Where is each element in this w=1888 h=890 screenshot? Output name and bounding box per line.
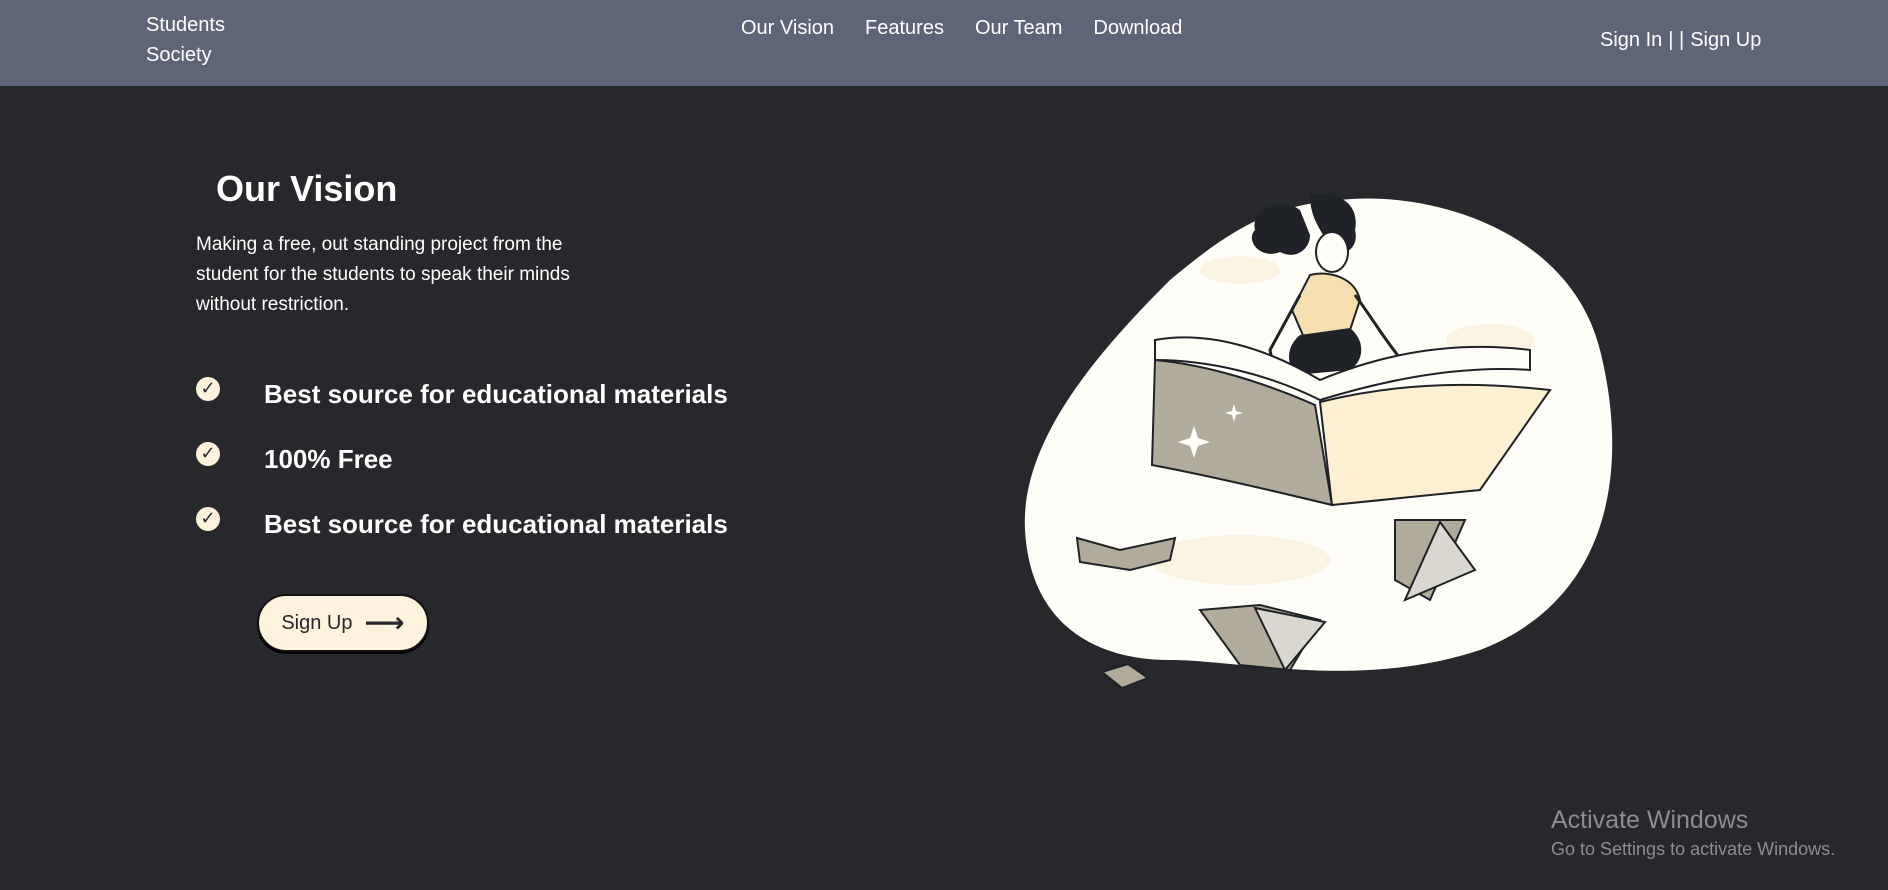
sign-in-link[interactable]: Sign In [1600, 26, 1662, 54]
feature-text: Best source for educational materials [264, 509, 728, 539]
brand-line-1: Students [146, 14, 225, 36]
feature-list: ✓ Best source for educational materials … [196, 362, 728, 557]
nav-link-our-team[interactable]: Our Team [975, 14, 1062, 42]
feature-text: Best source for educational materials [264, 379, 728, 409]
feature-item: ✓ Best source for educational materials [196, 492, 728, 557]
sign-up-button[interactable]: Sign Up ⟶ [257, 594, 429, 652]
check-circle-icon: ✓ [196, 376, 220, 401]
nav-link-features[interactable]: Features [865, 14, 944, 42]
watermark-title: Activate Windows [1551, 806, 1749, 834]
feature-item: ✓ Best source for educational materials [196, 362, 728, 427]
navbar: Students Society Our Vision Features Our… [0, 0, 1888, 86]
hero-description: Making a free, out standing project from… [196, 234, 570, 315]
right-arrow-icon: ⟶ [364, 606, 405, 639]
auth-links: Sign In | | Sign Up [1600, 26, 1761, 54]
woman-riding-open-book-icon [1024, 194, 1613, 690]
brand-line-2: Society [146, 44, 212, 66]
watermark-subtitle: Go to Settings to activate Windows. [1551, 839, 1836, 859]
nav-link-our-vision[interactable]: Our Vision [741, 14, 834, 42]
feature-text: 100% Free [264, 444, 393, 474]
brand-logo[interactable]: Students Society [146, 10, 266, 70]
check-circle-icon: ✓ [196, 506, 220, 531]
feature-item: ✓ 100% Free [196, 427, 728, 492]
windows-activation-watermark: Activate Windows Go to Settings to activ… [1551, 804, 1835, 862]
hero-title: Our Vision [216, 168, 398, 209]
sign-up-link[interactable]: Sign Up [1690, 26, 1761, 54]
sign-up-button-label: Sign Up [281, 611, 353, 634]
check-circle-icon: ✓ [196, 441, 220, 466]
nav-link-download[interactable]: Download [1093, 14, 1182, 42]
main-nav: Our Vision Features Our Team Download [741, 14, 1182, 42]
auth-separator: | | [1668, 29, 1685, 51]
